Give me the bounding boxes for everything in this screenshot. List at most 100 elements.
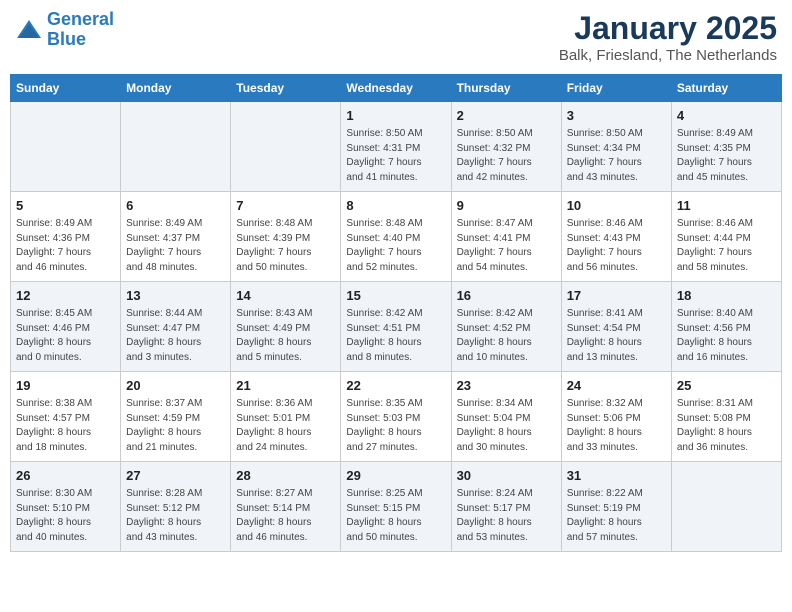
- header-sunday: Sunday: [11, 75, 121, 102]
- day-number: 26: [16, 467, 115, 485]
- calendar-cell: 23 Sunrise: 8:34 AM Sunset: 5:04 PM Dayli…: [451, 372, 561, 462]
- calendar-cell: 30Sunrise: 8:24 AM Sunset: 5:17 PM Dayli…: [451, 462, 561, 552]
- calendar-cell: 6 Sunrise: 8:49 AM Sunset: 4:37 PM Daylig…: [121, 192, 231, 282]
- calendar-cell: 18 Sunrise: 8:40 AM Sunset: 4:56 PM Dayli…: [671, 282, 781, 372]
- day-info: Sunrise: 8:50 AM Sunset: 4:34 PM Dayligh…: [567, 127, 666, 185]
- day-info: Sunrise: 8:34 AM Sunset: 5:04 PM Dayligh…: [457, 397, 556, 455]
- day-number: 4: [677, 107, 776, 125]
- month-title: January 2025: [559, 10, 777, 47]
- calendar-cell: 10 Sunrise: 8:46 AM Sunset: 4:43 PM Dayli…: [561, 192, 671, 282]
- day-number: 14: [236, 287, 335, 305]
- calendar-week-2: 5 Sunrise: 8:49 AM Sunset: 4:36 PM Daylig…: [11, 192, 782, 282]
- day-number: 27: [126, 467, 225, 485]
- day-number: 8: [346, 197, 445, 215]
- day-number: 28: [236, 467, 335, 485]
- day-info: Sunrise: 8:35 AM Sunset: 5:03 PM Dayligh…: [346, 397, 445, 455]
- calendar-cell: 1 Sunrise: 8:50 AM Sunset: 4:31 PM Daylig…: [341, 102, 451, 192]
- day-info: Sunrise: 8:44 AM Sunset: 4:47 PM Dayligh…: [126, 307, 225, 365]
- day-number: 22: [346, 377, 445, 395]
- day-number: 17: [567, 287, 666, 305]
- day-number: 3: [567, 107, 666, 125]
- calendar-cell: 27 Sunrise: 8:28 AM Sunset: 5:12 PM Dayli…: [121, 462, 231, 552]
- calendar-cell: 14 Sunrise: 8:43 AM Sunset: 4:49 PM Dayli…: [231, 282, 341, 372]
- calendar-cell: 31 Sunrise: 8:22 AM Sunset: 5:19 PM Dayli…: [561, 462, 671, 552]
- calendar-cell: 12 Sunrise: 8:45 AM Sunset: 4:46 PM Dayli…: [11, 282, 121, 372]
- day-number: 11: [677, 197, 776, 215]
- calendar-cell: 26Sunrise: 8:30 AM Sunset: 5:10 PM Dayli…: [11, 462, 121, 552]
- header-friday: Friday: [561, 75, 671, 102]
- day-info: Sunrise: 8:28 AM Sunset: 5:12 PM Dayligh…: [126, 487, 225, 545]
- day-number: 20: [126, 377, 225, 395]
- day-info: Sunrise: 8:49 AM Sunset: 4:37 PM Dayligh…: [126, 217, 225, 275]
- day-info: Sunrise: 8:50 AM Sunset: 4:31 PM Dayligh…: [346, 127, 445, 185]
- day-info: Sunrise: 8:36 AM Sunset: 5:01 PM Dayligh…: [236, 397, 335, 455]
- logo-icon: [15, 16, 43, 44]
- day-number: 25: [677, 377, 776, 395]
- day-info: Sunrise: 8:40 AM Sunset: 4:56 PM Dayligh…: [677, 307, 776, 365]
- day-info: Sunrise: 8:45 AM Sunset: 4:46 PM Dayligh…: [16, 307, 115, 365]
- day-number: 16: [457, 287, 556, 305]
- header-monday: Monday: [121, 75, 231, 102]
- day-number: 31: [567, 467, 666, 485]
- calendar-cell: 4 Sunrise: 8:49 AM Sunset: 4:35 PM Daylig…: [671, 102, 781, 192]
- day-info: Sunrise: 8:49 AM Sunset: 4:36 PM Dayligh…: [16, 217, 115, 275]
- calendar-cell: 24Sunrise: 8:32 AM Sunset: 5:06 PM Dayli…: [561, 372, 671, 462]
- day-info: Sunrise: 8:47 AM Sunset: 4:41 PM Dayligh…: [457, 217, 556, 275]
- calendar-cell: 28Sunrise: 8:27 AM Sunset: 5:14 PM Dayli…: [231, 462, 341, 552]
- day-number: 21: [236, 377, 335, 395]
- calendar-cell: 8Sunrise: 8:48 AM Sunset: 4:40 PM Daylig…: [341, 192, 451, 282]
- calendar-cell: [671, 462, 781, 552]
- day-info: Sunrise: 8:46 AM Sunset: 4:44 PM Dayligh…: [677, 217, 776, 275]
- day-number: 9: [457, 197, 556, 215]
- day-info: Sunrise: 8:37 AM Sunset: 4:59 PM Dayligh…: [126, 397, 225, 455]
- day-number: 2: [457, 107, 556, 125]
- header-saturday: Saturday: [671, 75, 781, 102]
- calendar-cell: [121, 102, 231, 192]
- day-number: 1: [346, 107, 445, 125]
- calendar-cell: 20 Sunrise: 8:37 AM Sunset: 4:59 PM Dayli…: [121, 372, 231, 462]
- calendar-cell: 22 Sunrise: 8:35 AM Sunset: 5:03 PM Dayli…: [341, 372, 451, 462]
- day-info: Sunrise: 8:22 AM Sunset: 5:19 PM Dayligh…: [567, 487, 666, 545]
- header-tuesday: Tuesday: [231, 75, 341, 102]
- calendar-cell: 19 Sunrise: 8:38 AM Sunset: 4:57 PM Dayli…: [11, 372, 121, 462]
- day-number: 6: [126, 197, 225, 215]
- logo-general: General: [47, 9, 114, 29]
- day-number: 5: [16, 197, 115, 215]
- header-wednesday: Wednesday: [341, 75, 451, 102]
- day-number: 15: [346, 287, 445, 305]
- logo-text: General Blue: [47, 10, 114, 50]
- day-info: Sunrise: 8:32 AM Sunset: 5:06 PM Dayligh…: [567, 397, 666, 455]
- calendar-cell: 5 Sunrise: 8:49 AM Sunset: 4:36 PM Daylig…: [11, 192, 121, 282]
- day-number: 23: [457, 377, 556, 395]
- calendar-week-1: 1 Sunrise: 8:50 AM Sunset: 4:31 PM Daylig…: [11, 102, 782, 192]
- day-info: Sunrise: 8:46 AM Sunset: 4:43 PM Dayligh…: [567, 217, 666, 275]
- day-info: Sunrise: 8:41 AM Sunset: 4:54 PM Dayligh…: [567, 307, 666, 365]
- day-number: 12: [16, 287, 115, 305]
- calendar-week-5: 26Sunrise: 8:30 AM Sunset: 5:10 PM Dayli…: [11, 462, 782, 552]
- calendar-cell: 2Sunrise: 8:50 AM Sunset: 4:32 PM Daylig…: [451, 102, 561, 192]
- calendar-cell: [231, 102, 341, 192]
- day-info: Sunrise: 8:48 AM Sunset: 4:39 PM Dayligh…: [236, 217, 335, 275]
- calendar-cell: 15 Sunrise: 8:42 AM Sunset: 4:51 PM Dayli…: [341, 282, 451, 372]
- day-number: 19: [16, 377, 115, 395]
- day-number: 18: [677, 287, 776, 305]
- day-number: 7: [236, 197, 335, 215]
- day-number: 29: [346, 467, 445, 485]
- calendar-week-3: 12 Sunrise: 8:45 AM Sunset: 4:46 PM Dayli…: [11, 282, 782, 372]
- calendar-header-row: SundayMondayTuesdayWednesdayThursdayFrid…: [11, 75, 782, 102]
- day-info: Sunrise: 8:42 AM Sunset: 4:51 PM Dayligh…: [346, 307, 445, 365]
- day-info: Sunrise: 8:49 AM Sunset: 4:35 PM Dayligh…: [677, 127, 776, 185]
- calendar-cell: [11, 102, 121, 192]
- title-section: January 2025 Balk, Friesland, The Nether…: [559, 10, 777, 64]
- header-thursday: Thursday: [451, 75, 561, 102]
- logo: General Blue: [15, 10, 114, 50]
- calendar-cell: 25Sunrise: 8:31 AM Sunset: 5:08 PM Dayli…: [671, 372, 781, 462]
- day-number: 13: [126, 287, 225, 305]
- calendar-cell: 29 Sunrise: 8:25 AM Sunset: 5:15 PM Dayli…: [341, 462, 451, 552]
- day-info: Sunrise: 8:43 AM Sunset: 4:49 PM Dayligh…: [236, 307, 335, 365]
- day-number: 10: [567, 197, 666, 215]
- day-info: Sunrise: 8:24 AM Sunset: 5:17 PM Dayligh…: [457, 487, 556, 545]
- calendar-cell: 16Sunrise: 8:42 AM Sunset: 4:52 PM Dayli…: [451, 282, 561, 372]
- day-info: Sunrise: 8:38 AM Sunset: 4:57 PM Dayligh…: [16, 397, 115, 455]
- day-info: Sunrise: 8:25 AM Sunset: 5:15 PM Dayligh…: [346, 487, 445, 545]
